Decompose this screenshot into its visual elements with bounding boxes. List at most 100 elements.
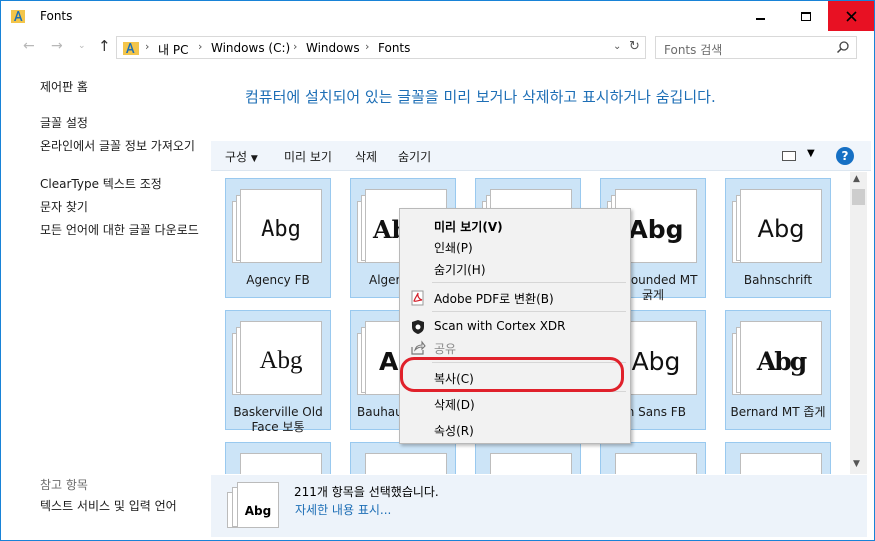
forward-arrow-icon[interactable]: → (51, 38, 63, 54)
menu-item-scan-cortex-xdr[interactable]: Scan with Cortex XDR (400, 316, 630, 338)
font-stack-icon (482, 453, 574, 474)
font-tile[interactable] (600, 442, 706, 474)
menu-item-label: Scan with Cortex XDR (434, 319, 566, 333)
font-stack-icon (357, 453, 449, 474)
change-view-icon[interactable] (782, 151, 796, 161)
address-dropdown-icon[interactable]: ⌄ (613, 41, 621, 52)
maximize-button[interactable] (783, 1, 829, 31)
breadcrumb-chevron-icon[interactable]: › (365, 40, 369, 53)
breadcrumb-fonts[interactable]: Fonts (378, 41, 410, 55)
breadcrumb-this-pc[interactable]: 내 PC (158, 41, 188, 58)
adobe-pdf-icon (411, 290, 424, 306)
font-sample: Abg (756, 346, 807, 376)
search-input[interactable]: Fonts 검색 (655, 36, 857, 59)
font-settings-link[interactable]: 글꼴 설정 (40, 116, 205, 130)
title-bar: Fonts (1, 1, 874, 32)
breadcrumb-chevron-icon[interactable]: › (145, 40, 149, 53)
font-stack-icon: Abg (227, 482, 279, 530)
menu-item-print[interactable]: 인쇄(P) (400, 236, 630, 258)
menu-separator (432, 282, 626, 283)
address-bar[interactable]: › 내 PC › Windows (C:) › Windows › Fonts … (116, 36, 646, 59)
menu-item-hide[interactable]: 숨기기(H) (400, 258, 630, 280)
help-icon[interactable]: ? (836, 147, 854, 165)
breadcrumb-chevron-icon[interactable]: › (293, 40, 297, 53)
font-tile-agency-fb[interactable]: Abg Agency FB (225, 178, 331, 298)
find-character-link[interactable]: 문자 찾기 (40, 200, 205, 214)
details-font-sample: Abg (237, 482, 279, 528)
minimize-button[interactable] (737, 1, 783, 31)
up-arrow-icon[interactable]: ↑ (98, 37, 111, 55)
details-pane: Abg 211개 항목을 선택했습니다. 자세한 내용 표시... (211, 475, 867, 537)
close-button[interactable] (828, 1, 874, 31)
scroll-up-icon[interactable]: ▲ (853, 174, 860, 184)
address-row: ← → ⌄ ↑ › 내 PC › Windows (C:) › Windows … (1, 32, 874, 63)
font-tile[interactable] (350, 442, 456, 474)
minimize-icon (755, 18, 765, 20)
menu-item-label: 인쇄(P) (434, 241, 473, 255)
cortex-shield-icon (412, 320, 424, 334)
chevron-down-icon[interactable]: ▼ (807, 148, 815, 159)
scroll-down-icon[interactable]: ▼ (853, 459, 860, 469)
get-font-info-online-link[interactable]: 온라인에서 글꼴 정보 가져오기 (40, 139, 205, 153)
search-placeholder: Fonts 검색 (664, 43, 723, 57)
menu-item-delete[interactable]: 삭제(D) (400, 393, 630, 415)
font-sample: Abg (757, 215, 805, 243)
scroll-thumb[interactable] (852, 189, 865, 205)
delete-button[interactable]: 삭제 (355, 148, 377, 165)
menu-item-label: 숨기기(H) (434, 263, 486, 277)
organize-button[interactable]: 구성 ▼ (225, 148, 258, 165)
recent-locations-icon[interactable]: ⌄ (78, 41, 86, 51)
text-services-link[interactable]: 텍스트 서비스 및 입력 언어 (40, 499, 205, 513)
see-also-heading: 참고 항목 (40, 478, 88, 492)
adjust-cleartype-link[interactable]: ClearType 텍스트 조정 (40, 177, 205, 191)
menu-item-label: 삭제(D) (434, 398, 475, 412)
font-tile[interactable] (725, 442, 831, 474)
font-stack-icon (607, 453, 699, 474)
font-name: Bahnschrift (743, 273, 813, 287)
page-heading-text: 컴퓨터에 설치되어 있는 글꼴을 미리 보거나 삭제하고 표시하거나 숨깁니다. (245, 88, 716, 106)
menu-item-properties[interactable]: 속성(R) (400, 419, 630, 441)
font-tile-baskerville-old-face[interactable]: Abg Baskerville Old Face 보통 (225, 310, 331, 434)
fonts-folder-icon (11, 10, 25, 23)
preview-button[interactable]: 미리 보기 (284, 148, 332, 165)
font-name: Baskerville Old Face 보통 (233, 405, 323, 434)
breadcrumb-chevron-icon[interactable]: › (198, 40, 202, 53)
font-sample: Abg (259, 347, 303, 374)
vertical-scrollbar[interactable]: ▲ ▼ (850, 172, 867, 474)
font-tile-bahnschrift[interactable]: Abg Bahnschrift (725, 178, 831, 298)
context-menu: 미리 보기(V) 인쇄(P) 숨기기(H) Adobe PDF로 변환(B) S… (399, 208, 631, 444)
menu-item-convert-adobe-pdf[interactable]: Adobe PDF로 변환(B) (400, 287, 630, 309)
fonts-folder-icon (123, 42, 139, 55)
hide-button[interactable]: 숨기기 (398, 148, 431, 165)
control-panel-home-link[interactable]: 제어판 홈 (40, 80, 205, 94)
download-fonts-all-languages-link[interactable]: 모든 언어에 대한 글꼴 다운로드 (40, 223, 205, 237)
copy-highlight-annotation (400, 357, 624, 392)
back-arrow-icon[interactable]: ← (23, 38, 35, 54)
maximize-icon (801, 11, 811, 21)
menu-item-share[interactable]: 공유 (400, 337, 630, 359)
menu-item-label: 속성(R) (434, 424, 474, 438)
menu-separator (432, 311, 626, 312)
close-icon (845, 10, 857, 22)
organize-label: 구성 (225, 150, 248, 164)
font-stack-icon (232, 453, 324, 474)
breadcrumb-windows[interactable]: Windows (306, 41, 360, 55)
menu-item-label: 공유 (434, 342, 457, 356)
share-icon (411, 340, 426, 355)
chevron-down-icon: ▼ (250, 154, 258, 164)
font-tile-bernard-mt-condensed[interactable]: Abg Bernard MT 좁게 (725, 310, 831, 430)
show-more-details-link[interactable]: 자세한 내용 표시... (295, 501, 391, 518)
font-tile[interactable] (225, 442, 331, 474)
selection-count: 211개 항목을 선택했습니다. (294, 485, 439, 499)
refresh-icon[interactable]: ↻ (629, 39, 640, 54)
menu-item-label: Adobe PDF로 변환(B) (434, 292, 554, 306)
left-pane: 제어판 홈 글꼴 설정 온라인에서 글꼴 정보 가져오기 ClearType 텍… (1, 63, 211, 539)
command-bar: 구성 ▼ 미리 보기 삭제 숨기기 ▼ ? (211, 141, 871, 171)
breadcrumb-windows-drive[interactable]: Windows (C:) (211, 41, 290, 55)
menu-item-preview[interactable]: 미리 보기(V) (400, 215, 630, 237)
window-title: Fonts (40, 9, 73, 23)
font-tile[interactable] (475, 442, 581, 474)
font-name: Agency FB (246, 273, 310, 287)
font-sample: Abg (261, 216, 301, 242)
menu-item-label: 미리 보기(V) (434, 220, 503, 234)
